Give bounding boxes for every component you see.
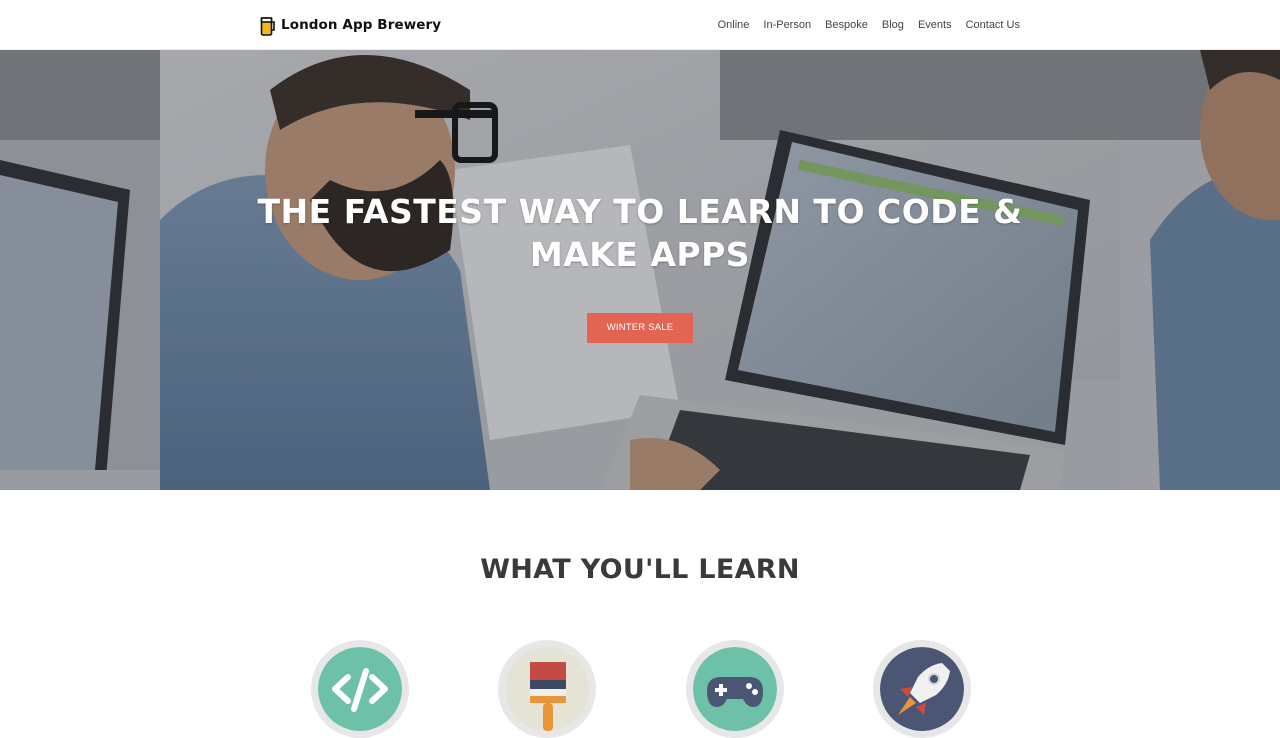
skill-games	[686, 640, 784, 738]
brand-name: London App Brewery	[281, 17, 442, 33]
brand-link[interactable]: London App Brewery	[260, 14, 441, 36]
skill-design	[498, 640, 596, 738]
nav-link-in-person[interactable]: In-Person	[763, 19, 811, 31]
hero-section: THE FASTEST WAY TO LEARN TO CODE & MAKE …	[0, 50, 1280, 490]
nav-link-events[interactable]: Events	[918, 19, 952, 31]
nav-link-blog[interactable]: Blog	[882, 19, 904, 31]
nav-link-bespoke[interactable]: Bespoke	[825, 19, 868, 31]
paint-brush-icon	[505, 647, 589, 731]
skill-code	[311, 640, 409, 738]
nav-link-contact-us[interactable]: Contact Us	[966, 19, 1020, 31]
rocket-icon	[880, 647, 964, 731]
gamepad-icon	[693, 647, 777, 731]
skill-launch	[873, 640, 971, 738]
code-icon	[318, 647, 402, 731]
hero-title-line-2: MAKE APPS	[529, 235, 751, 274]
hero-title-line-1: THE FASTEST WAY TO LEARN TO CODE &	[257, 192, 1023, 231]
nav-links: Online In-Person Bespoke Blog Events Con…	[718, 0, 1020, 50]
nav-link-online[interactable]: Online	[718, 19, 750, 31]
navbar: London App Brewery Online In-Person Besp…	[0, 0, 1280, 50]
winter-sale-button[interactable]: WINTER SALE	[587, 313, 693, 343]
beer-mug-logo-icon	[260, 16, 275, 36]
section-title: WHAT YOU'LL LEARN	[480, 554, 800, 585]
hero-title: THE FASTEST WAY TO LEARN TO CODE & MAKE …	[160, 190, 1120, 276]
